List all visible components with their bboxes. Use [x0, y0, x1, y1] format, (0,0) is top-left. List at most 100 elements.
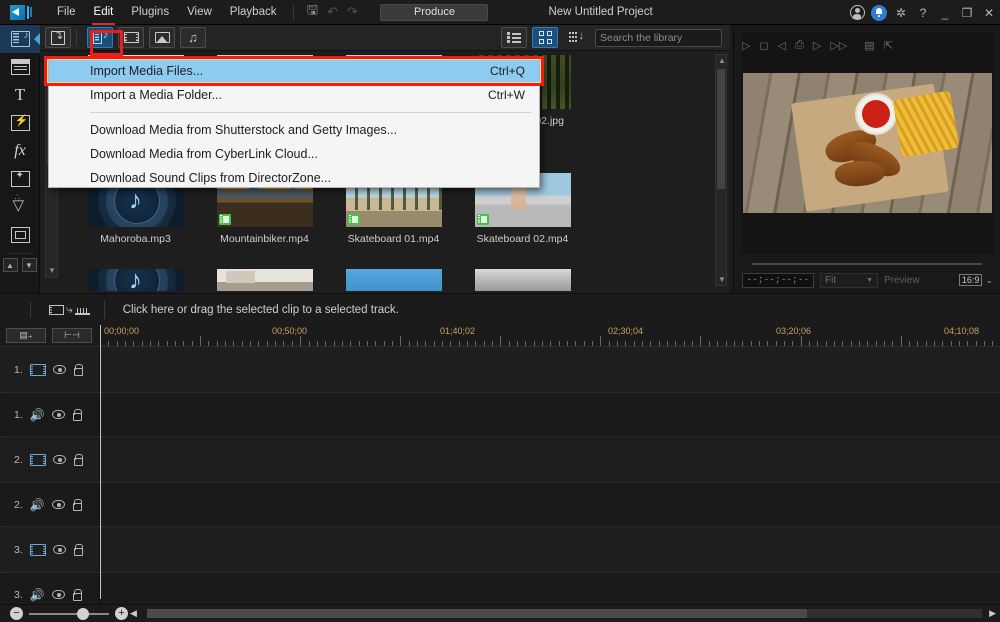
stop-button[interactable]: ◻ [759, 39, 768, 52]
zoom-slider-handle[interactable] [77, 608, 89, 620]
table-row[interactable]: 3. [0, 527, 1000, 573]
save-icon[interactable]: 🖫 [302, 2, 322, 22]
eye-icon[interactable] [53, 365, 66, 374]
scroll-down-arrow-icon[interactable]: ▼ [718, 275, 726, 284]
playhead[interactable] [100, 325, 101, 599]
track-lane[interactable] [100, 393, 1000, 436]
sidebar-item-media-room[interactable] [0, 25, 40, 53]
timeline-ruler[interactable]: 00;00;00 00;50;00 01;40;02 02;30;04 03;2… [100, 325, 1000, 347]
menu-item-import-media-files[interactable]: Import Media Files... Ctrl+Q [49, 59, 539, 83]
track-lane[interactable] [100, 347, 1000, 392]
aspect-ratio-selector[interactable]: 16:9 ⌄ [959, 274, 993, 286]
eye-icon[interactable] [52, 410, 65, 419]
close-button[interactable]: ✕ [978, 0, 1000, 25]
eye-icon[interactable] [53, 545, 66, 554]
grid-view-icon[interactable] [532, 27, 558, 48]
search-input[interactable] [600, 32, 735, 44]
list-item[interactable] [71, 269, 200, 291]
preview-scrubber[interactable] [752, 263, 982, 265]
video-track-icon[interactable] [30, 364, 46, 376]
sidebar-item-fx-room[interactable]: fx [0, 137, 40, 165]
sidebar-item-text-room[interactable]: T [0, 81, 40, 109]
zoom-slider[interactable] [29, 613, 109, 615]
lock-icon[interactable] [72, 589, 81, 600]
import-dropdown-menu[interactable]: Import Media Files... Ctrl+Q Import a Me… [48, 58, 540, 188]
track-header-video-1[interactable]: 1. [0, 347, 100, 392]
table-row[interactable]: 2. 🔊 [0, 483, 1000, 527]
eye-icon[interactable] [52, 590, 65, 599]
menu-item-download-shutterstock[interactable]: Download Media from Shutterstock and Get… [49, 118, 539, 142]
preview-quality-button[interactable]: ▤ [864, 39, 874, 52]
lock-icon[interactable] [72, 409, 81, 420]
filter-audio-button[interactable]: ♫ [180, 27, 206, 48]
sort-icon[interactable] [563, 27, 589, 48]
scroll-left-arrow-icon[interactable]: ◀ [130, 608, 137, 619]
track-lane[interactable] [100, 437, 1000, 482]
list-item[interactable] [200, 269, 329, 291]
sidebar-item-overlay-room[interactable] [0, 165, 40, 193]
list-item[interactable] [329, 269, 458, 291]
table-row[interactable]: 2. [0, 437, 1000, 483]
previous-frame-button[interactable]: ◁ [778, 39, 786, 52]
sidebar-item-title-room[interactable] [0, 53, 40, 81]
video-track-icon[interactable] [30, 544, 46, 556]
search-box[interactable] [595, 29, 722, 47]
eye-icon[interactable] [52, 500, 65, 509]
minimize-button[interactable]: _ [934, 0, 956, 25]
track-manager-button[interactable]: ▤₊ [6, 328, 46, 343]
magnetic-snap-button[interactable]: ⊢⊣ [52, 328, 92, 343]
menu-item-download-directorzone[interactable]: Download Sound Clips from DirectorZone..… [49, 166, 539, 190]
scroll-down-arrow-icon[interactable]: ▼ [48, 266, 56, 275]
eye-icon[interactable] [53, 455, 66, 464]
list-item[interactable] [458, 269, 587, 291]
redo-icon[interactable]: ↷ [342, 2, 362, 22]
sidebar-item-subtitle-room[interactable] [0, 221, 40, 249]
table-row[interactable]: 1. [0, 347, 1000, 393]
menu-item-download-cyberlink-cloud[interactable]: Download Media from CyberLink Cloud... [49, 142, 539, 166]
track-lane[interactable] [100, 483, 1000, 526]
preview-mode-label[interactable]: Preview [884, 275, 920, 286]
scrollbar-thumb[interactable] [717, 69, 725, 189]
add-to-track-icons[interactable]: ⤷ [49, 302, 90, 317]
track-header-audio-2[interactable]: 2. 🔊 [0, 483, 100, 526]
menu-view[interactable]: View [178, 0, 221, 25]
track-lane[interactable] [100, 527, 1000, 572]
lock-icon[interactable] [73, 364, 82, 375]
audio-track-icon[interactable]: 🔊 [30, 589, 45, 601]
zoom-in-button[interactable]: + [115, 607, 128, 620]
table-row[interactable]: 1. 🔊 [0, 393, 1000, 437]
library-right-scrollbar[interactable]: ▲ ▼ [715, 54, 727, 286]
track-header-video-3[interactable]: 3. [0, 527, 100, 572]
chevron-down-icon[interactable]: ▼ [22, 258, 37, 272]
fast-forward-button[interactable]: ▷▷ [830, 39, 847, 52]
filter-image-button[interactable] [149, 27, 175, 48]
capture-snapshot-button[interactable]: ⎙ [795, 39, 804, 52]
import-media-icon[interactable] [45, 27, 71, 48]
timecode-display[interactable]: --;--;--;-- [742, 273, 814, 288]
play-button[interactable]: ▷ [742, 39, 750, 52]
help-button[interactable]: ? [912, 0, 934, 25]
lock-icon[interactable] [73, 544, 82, 555]
next-frame-button[interactable]: ▷ [813, 39, 821, 52]
track-header-video-2[interactable]: 2. [0, 437, 100, 482]
sidebar-item-transition-room[interactable] [0, 109, 40, 137]
track-header-audio-1[interactable]: 1. 🔊 [0, 393, 100, 436]
fit-dropdown[interactable]: Fit ▼ [820, 273, 878, 288]
audio-track-icon[interactable]: 🔊 [30, 499, 45, 511]
list-view-icon[interactable] [501, 27, 527, 48]
undo-icon[interactable]: ↶ [322, 2, 342, 22]
menu-playback[interactable]: Playback [221, 0, 286, 25]
menu-plugins[interactable]: Plugins [122, 0, 178, 25]
menu-file[interactable]: File [48, 0, 85, 25]
video-track-icon[interactable] [30, 454, 46, 466]
chevron-up-icon[interactable]: ▲ [3, 258, 18, 272]
scrollbar-thumb[interactable] [147, 609, 807, 618]
sidebar-item-particle-room[interactable] [0, 193, 40, 221]
zoom-out-button[interactable]: − [10, 607, 23, 620]
account-avatar-icon[interactable] [846, 0, 868, 25]
menu-item-import-media-folder[interactable]: Import a Media Folder... Ctrl+W [49, 83, 539, 107]
gear-icon[interactable]: ✲ [890, 0, 912, 25]
lock-icon[interactable] [73, 454, 82, 465]
scroll-up-arrow-icon[interactable]: ▲ [718, 56, 726, 65]
audio-track-icon[interactable]: 🔊 [30, 409, 45, 421]
